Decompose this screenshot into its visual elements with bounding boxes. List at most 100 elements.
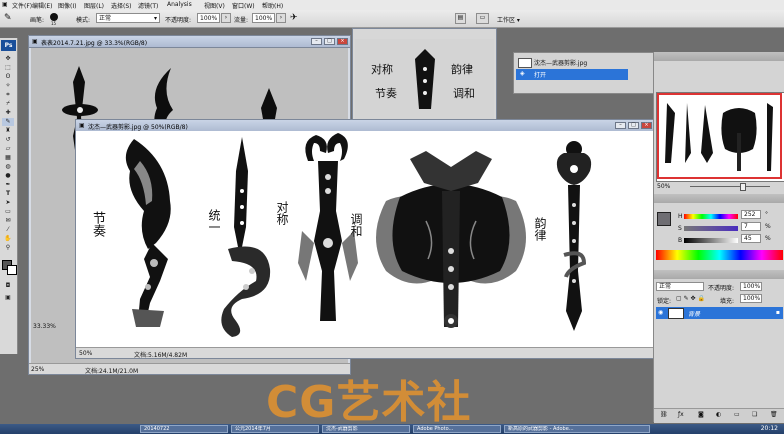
magic-wand-tool-icon[interactable]: ✧ [2,82,14,90]
maximize-button-front[interactable]: □ [628,122,639,129]
fill-input[interactable]: 100% [740,294,762,303]
quick-mask-icon[interactable]: ◘ [2,282,14,290]
menu-image[interactable]: 图像(I) [58,1,76,10]
eyedropper-tool-icon[interactable]: ⁄ [2,226,14,234]
minimize-button-front[interactable]: – [615,122,626,129]
opacity-input[interactable]: 100% [197,13,220,23]
navigator-view-box[interactable] [657,93,782,179]
move-tool-icon[interactable]: ✥ [2,55,14,63]
dodge-tool-icon[interactable]: ● [2,172,14,180]
trash-icon[interactable]: 🗑 [770,411,778,418]
close-button[interactable]: × [337,38,348,45]
history-snapshot[interactable]: 沈杰—武器剪影.jpg [516,57,652,68]
mode-select[interactable]: 正常 ▾ [96,13,160,23]
lock-icons[interactable]: ▢ ✎ ✥ 🔒 [676,295,705,302]
layer-style-icon[interactable]: ƒx [678,411,684,418]
layer-mask-icon[interactable]: ◙ [698,411,704,418]
hand-tool-icon[interactable]: ✋ [2,235,14,243]
menu-help[interactable]: 帮助(H) [262,1,283,10]
brush-tool-icon[interactable]: ✎ [4,13,12,23]
color-foreground-swatch[interactable] [657,212,671,226]
layer-opacity-label: 不透明度: [708,285,735,292]
history-brush-icon[interactable]: ↺ [2,136,14,144]
adjustment-layer-icon[interactable]: ◐ [716,411,721,418]
blur-tool-icon[interactable]: ◍ [2,163,14,171]
airbrush-icon[interactable]: ✈ [290,13,298,23]
document-window-front[interactable]: ▣ 沈杰—武器剪影.jpg @ 50%(RGB/8) – □ × 节奏 统一 对… [75,119,655,359]
slice-tool-icon[interactable]: ⌿ [2,100,14,108]
zoom-readout-front[interactable]: 50% [79,350,92,357]
shape-tool-icon[interactable]: ▭ [2,208,14,216]
healing-tool-icon[interactable]: ✚ [2,109,14,117]
small-label-2: 节奏 [375,87,397,100]
saturation-input[interactable]: 7 [741,222,761,231]
eraser-tool-icon[interactable]: ▱ [2,145,14,153]
background-color-swatch[interactable] [7,265,17,275]
canvas-front[interactable]: 节奏 统一 对称 调和 韵律 [76,131,654,349]
workspace-menu[interactable]: 工作区 ▾ [497,15,520,24]
zoom-tool-icon[interactable]: ⚲ [2,244,14,252]
canvas-small[interactable]: 对称 节奏 韵律 调和 [355,39,494,125]
flow-dropdown-button[interactable]: › [276,13,286,23]
new-group-icon[interactable]: ▭ [734,411,740,418]
taskbar-item-4[interactable]: Adobe Photo... [413,425,501,433]
hue-slider[interactable] [684,214,738,219]
stamp-tool-icon[interactable]: ♜ [2,127,14,135]
document-window-small[interactable]: 对称 节奏 韵律 调和 [352,28,497,126]
crop-tool-icon[interactable]: ⌗ [2,91,14,99]
hue-input[interactable]: 252 [741,210,761,219]
link-layers-icon[interactable]: ⛓ [660,411,668,418]
taskbar-item-1[interactable]: 20140722 [140,425,228,433]
close-button-front[interactable]: × [641,122,652,129]
taskbar-item-3[interactable]: 沈杰-武器剪影 [322,425,410,433]
marquee-tool-icon[interactable]: ⬚ [2,64,14,72]
color-spectrum-bar[interactable] [656,250,783,260]
navigator-zoom[interactable]: 50% [657,183,670,190]
hue-label: H [678,213,683,220]
type-tool-icon[interactable]: T [2,190,14,198]
blend-mode-select[interactable]: 正常 [656,282,704,291]
taskbar-item-5[interactable]: 新高原的武器剪影 - Adobe... [504,425,650,433]
menu-filter[interactable]: 滤镜(T) [138,1,158,10]
brush-tool-icon-active[interactable]: ✎ [2,118,14,126]
screen-mode-button[interactable]: ▭ [476,13,489,24]
eye-icon[interactable]: ◉ [658,309,663,316]
brightness-input[interactable]: 45 [741,234,761,243]
brightness-slider[interactable] [684,238,738,243]
minimize-button[interactable]: – [311,38,322,45]
navigator-thumbnail[interactable] [656,92,784,182]
opacity-dropdown-button[interactable]: › [221,13,231,23]
pen-tool-icon[interactable]: ✒ [2,181,14,189]
menu-edit[interactable]: 编辑(E) [32,1,52,10]
zoom-readout-back[interactable]: 25% [31,366,44,373]
notes-tool-icon[interactable]: ✉ [2,217,14,225]
navigator-zoom-slider[interactable] [690,186,770,187]
zoom-readout-mid[interactable]: 33.33% [33,323,56,330]
menu-view[interactable]: 视图(V) [204,1,225,10]
gradient-tool-icon[interactable]: ▦ [2,154,14,162]
color-panel-header[interactable] [654,194,784,203]
taskbar-item-2[interactable]: 公元2014年7月 [231,425,319,433]
palette-well-button[interactable]: ▤ [455,13,466,24]
lock-label: 锁定: [657,298,672,305]
layer-row-background[interactable]: ◉ 背景 ▪ [656,307,783,319]
navigator-panel-header[interactable] [654,52,784,61]
screen-mode-icon[interactable]: ▣ [2,294,14,302]
navigator-zoom-thumb[interactable] [740,183,746,191]
saturation-slider[interactable] [684,226,738,231]
menu-window[interactable]: 窗口(W) [232,1,255,10]
maximize-button[interactable]: □ [324,38,335,45]
document-titlebar[interactable]: ▣ 表表2014.7.21.jpg @ 33.3%(RGB/8) – □ × [29,36,350,48]
history-step-open[interactable]: ◈ 打开 [516,69,628,80]
new-layer-icon[interactable]: ❏ [752,411,757,418]
menu-analysis[interactable]: Analysis [167,1,192,8]
path-selection-icon[interactable]: ➤ [2,199,14,207]
lasso-tool-icon[interactable]: ʘ [2,73,14,81]
layer-opacity-input[interactable]: 100% [740,282,762,291]
brush-preview[interactable] [50,13,58,21]
menu-file[interactable]: 文件(F) [12,1,32,10]
menu-layer[interactable]: 图层(L) [84,1,104,10]
flow-input[interactable]: 100% [252,13,275,23]
layers-panel-header[interactable] [654,270,784,279]
menu-select[interactable]: 选择(S) [111,1,132,10]
